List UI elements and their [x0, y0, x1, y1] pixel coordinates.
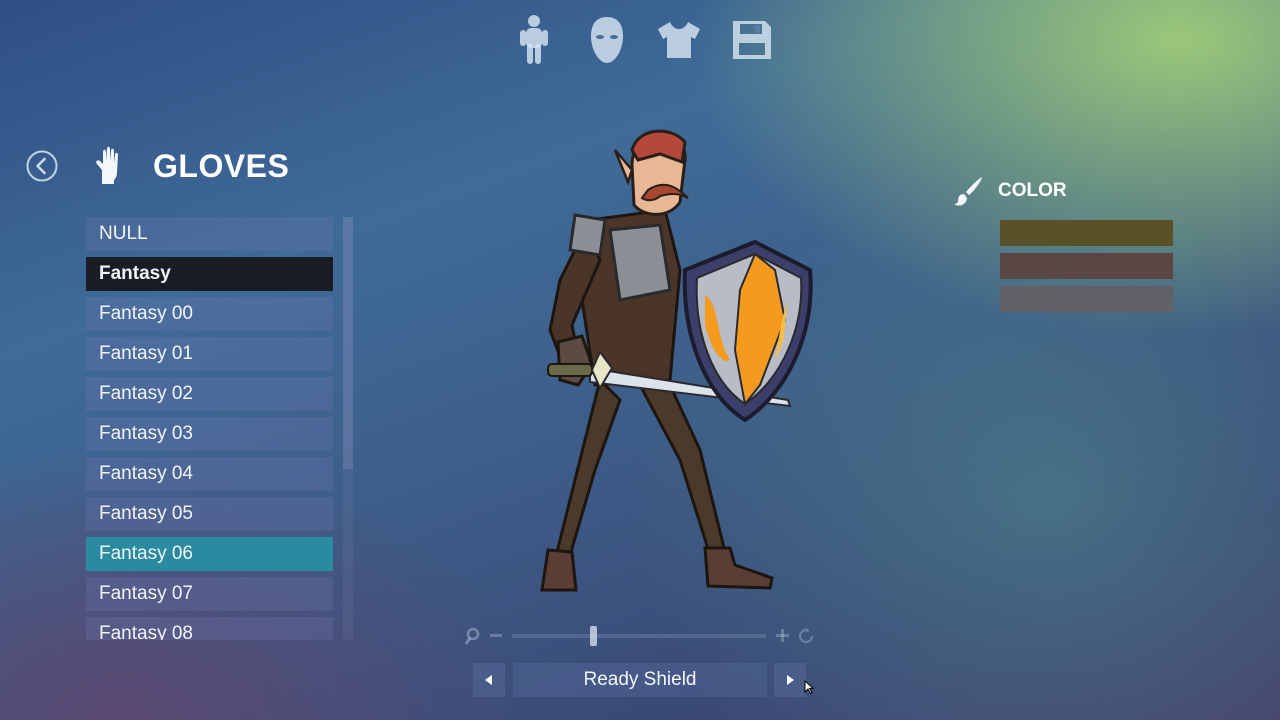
list-item[interactable]: Fantasy 05 [86, 497, 333, 531]
list-item[interactable]: Fantasy 00 [86, 297, 333, 331]
list-item[interactable]: Fantasy 08 [86, 617, 333, 640]
list-item[interactable]: Fantasy [86, 257, 333, 291]
scrollbar-thumb[interactable] [343, 217, 353, 469]
save-tab[interactable] [726, 14, 778, 66]
character-preview [540, 129, 813, 592]
color-swatch-2[interactable] [1000, 253, 1173, 279]
color-swatch-3[interactable] [1000, 286, 1173, 312]
mouse-cursor-icon [804, 680, 814, 694]
color-header: COLOR [952, 174, 1067, 208]
glove-icon [96, 146, 118, 184]
back-arrow-icon[interactable] [26, 150, 58, 182]
top-nav [508, 14, 778, 66]
face-icon [590, 17, 623, 63]
color-swatch-1[interactable] [1000, 220, 1173, 246]
body-tab[interactable] [508, 14, 560, 66]
list-item[interactable]: Fantasy 06 [86, 537, 333, 571]
reset-view-icon[interactable] [798, 628, 814, 644]
triangle-left-icon [485, 675, 492, 685]
save-icon [732, 21, 771, 59]
animation-name: Ready Shield [513, 663, 767, 697]
zoom-in-icon[interactable] [776, 629, 789, 642]
shirt-icon [658, 22, 701, 58]
list-item[interactable]: Fantasy 07 [86, 577, 333, 611]
triangle-right-icon [787, 675, 794, 685]
list-item[interactable]: Fantasy 02 [86, 377, 333, 411]
zoom-out-icon[interactable] [490, 634, 502, 638]
zoom-icon [464, 627, 480, 645]
head-tab[interactable] [581, 14, 633, 66]
list-item[interactable]: NULL [86, 217, 333, 251]
gloves-list: NULL Fantasy Fantasy 00 Fantasy 01 Fantasy 0… [86, 217, 333, 640]
body-icon [520, 15, 548, 64]
next-animation-button[interactable] [774, 663, 806, 697]
prev-animation-button[interactable] [473, 663, 505, 697]
category-title: GLOVES [153, 148, 290, 184]
clothing-tab[interactable] [653, 14, 705, 66]
zoom-track[interactable] [512, 634, 766, 638]
color-title: COLOR [998, 180, 1067, 201]
brush-icon [954, 177, 982, 206]
list-item[interactable]: Fantasy 01 [86, 337, 333, 371]
list-scrollbar[interactable] [343, 217, 353, 640]
zoom-handle[interactable] [590, 626, 597, 646]
list-item[interactable]: Fantasy 04 [86, 457, 333, 491]
list-item[interactable]: Fantasy 03 [86, 417, 333, 451]
zoom-control [462, 624, 822, 648]
